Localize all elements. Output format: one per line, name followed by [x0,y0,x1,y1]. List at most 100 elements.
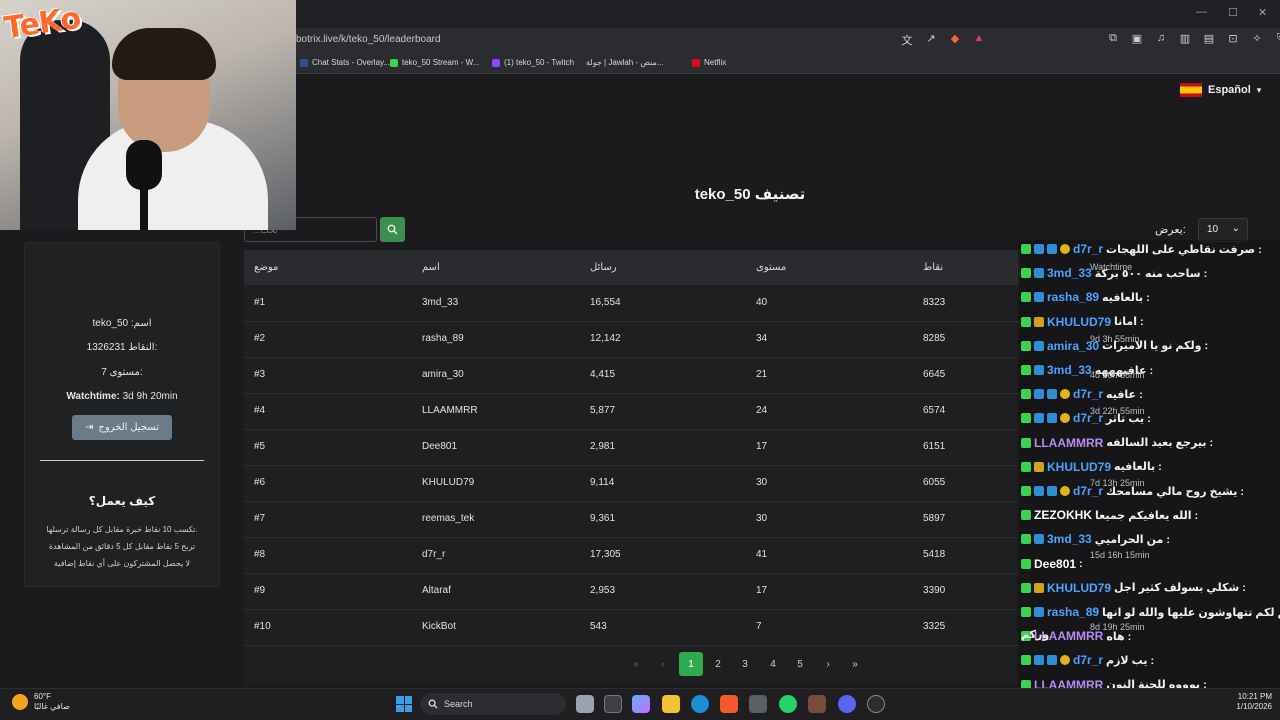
chat-username[interactable]: 3md_33 [1047,266,1092,280]
task-view-icon[interactable] [576,695,594,713]
kick-badge-icon [1021,292,1031,303]
profile-name: teko_50 :اسم [92,318,152,329]
kick-badge-icon [1021,534,1031,545]
maximize-icon[interactable]: ☐ [1228,6,1238,19]
chat-message: d7r_r عافيه : [1021,387,1143,401]
chat-text: امانا : [1114,316,1144,329]
page-button-5[interactable]: 5 [788,652,812,676]
share-icon[interactable]: ↗ [924,32,938,48]
mic-arm [140,186,148,230]
brave-rewards-icon[interactable]: ▲ [972,32,986,48]
chat-username[interactable]: Dee801 [1034,557,1076,571]
bookmark-twitch[interactable]: (1) teko_50 - Twitch [492,58,574,67]
chat-username[interactable]: 3md_33 [1047,532,1092,546]
bookmark-teko-stream[interactable]: teko_50 Stream - W... [390,58,479,67]
chat-username[interactable]: KHULUD79 [1047,315,1111,329]
search-button[interactable] [380,217,405,242]
table-cell-rank: #9 [254,585,266,596]
page-button-4[interactable]: 4 [761,652,785,676]
prev-page-button[interactable]: ‹ [651,652,675,676]
column-header-messages[interactable]: رسائل [590,262,617,273]
column-header-level[interactable]: مستوى [756,262,786,273]
kick-badge-icon [1021,486,1031,496]
edge-icon[interactable] [691,695,709,713]
extensions-icon[interactable]: ⧉ [1106,32,1120,45]
chat-username[interactable]: d7r_r [1073,242,1103,256]
column-header-rank[interactable]: موضع [254,262,278,273]
file-explorer-icon[interactable] [662,695,680,713]
start-button[interactable] [396,696,412,712]
table-cell-points: 5418 [923,549,946,560]
chat-text: عافيه : [1106,388,1143,401]
column-header-points[interactable]: نقاط [923,262,943,273]
table-cell-rank: #6 [254,477,266,488]
system-clock[interactable]: 10:21 PM 1/10/2026 [1222,692,1272,712]
table-row-divider [244,501,1020,502]
table-cell-level: 7 [756,621,762,632]
language-selector[interactable]: Español ▾ [1180,83,1261,97]
sidebar-icon[interactable]: ▥ [1178,32,1192,45]
chat-message: KHULUD79 بالعافيه : [1021,460,1162,474]
taskbar-search[interactable]: Search [420,693,566,715]
shield-icon[interactable]: ⛨ [1274,32,1280,45]
chat-timestamp: 4d 20h 55min [1090,370,1145,380]
table-cell-name: Dee801 [422,441,458,452]
table-cell-messages: 2,953 [590,585,616,596]
app-icon[interactable] [604,695,622,713]
table-row-divider [244,537,1020,538]
chat-text: صرفت نقاطي على اللهجات : [1106,243,1262,256]
chat-username[interactable]: d7r_r [1073,653,1103,667]
music-icon[interactable]: ♫ [1154,32,1168,45]
column-header-name[interactable]: اسم [422,262,440,273]
discord-icon[interactable] [838,695,856,713]
last-page-button[interactable]: » [843,652,867,676]
table-cell-points: 5897 [923,513,946,524]
brave-shield-icon[interactable]: ◆ [948,32,962,48]
store-icon[interactable] [749,695,767,713]
chat-username[interactable]: d7r_r [1073,387,1103,401]
chat-username[interactable]: KHULUD79 [1047,581,1111,595]
obs-icon[interactable] [867,695,885,713]
brave-icon[interactable] [720,695,738,713]
leaderboard-table [244,250,1020,685]
bookmark-netflix[interactable]: Netflix [692,58,726,67]
divider [40,460,204,461]
page-button-1[interactable]: 1 [679,652,703,676]
vpn-icon[interactable]: ⊡ [1226,32,1240,45]
crown-badge-icon [1034,582,1044,593]
weather-widget[interactable]: 60°F صافي غالبًا [12,692,70,712]
page-button-2[interactable]: 2 [706,652,730,676]
bookmark-chat-stats[interactable]: Chat Stats - Overlay... [300,58,390,67]
first-page-button[interactable]: « [624,652,648,676]
chat-username[interactable]: ZEZOKHK [1034,508,1092,522]
app-icon[interactable] [808,695,826,713]
translate-icon[interactable]: 文 [900,32,914,48]
whatsapp-icon[interactable] [779,695,797,713]
bookmark-jawlah[interactable]: جولة | Jawlah - منص... [586,58,664,67]
close-icon[interactable]: ✕ [1258,6,1267,19]
address-bar[interactable]: botrix.live/k/teko_50/leaderboard [296,34,441,45]
chat-username[interactable]: KHULUD79 [1047,460,1111,474]
chat-username[interactable]: rasha_89 [1047,605,1099,619]
table-cell-points: 6574 [923,405,946,416]
copilot-icon[interactable] [632,695,650,713]
spain-flag-icon [1180,83,1202,97]
leo-ai-icon[interactable]: ✧ [1250,32,1264,45]
logout-button[interactable]: ⇥ تسجيل الخروج [72,415,172,440]
blue-badge-icon [1047,486,1057,496]
chat-username[interactable]: 3md_33 [1047,363,1092,377]
next-page-button[interactable]: › [816,652,840,676]
minimize-icon[interactable]: — [1196,6,1207,18]
table-cell-name: reemas_tek [422,513,475,524]
chat-username[interactable]: rasha_89 [1047,290,1099,304]
chat-text: : [1079,557,1083,570]
table-cell-level: 24 [756,405,768,416]
wallet-icon[interactable]: ▤ [1202,32,1216,45]
page-button-3[interactable]: 3 [733,652,757,676]
page-size-select[interactable]: 10 ⌄ [1198,218,1248,242]
screenshot-icon[interactable]: ▣ [1130,32,1144,45]
table-cell-rank: #8 [254,549,266,560]
gold-badge-icon [1060,655,1070,666]
chat-username[interactable]: LLAAMMRR [1034,436,1103,450]
microphone-icon [126,140,162,190]
